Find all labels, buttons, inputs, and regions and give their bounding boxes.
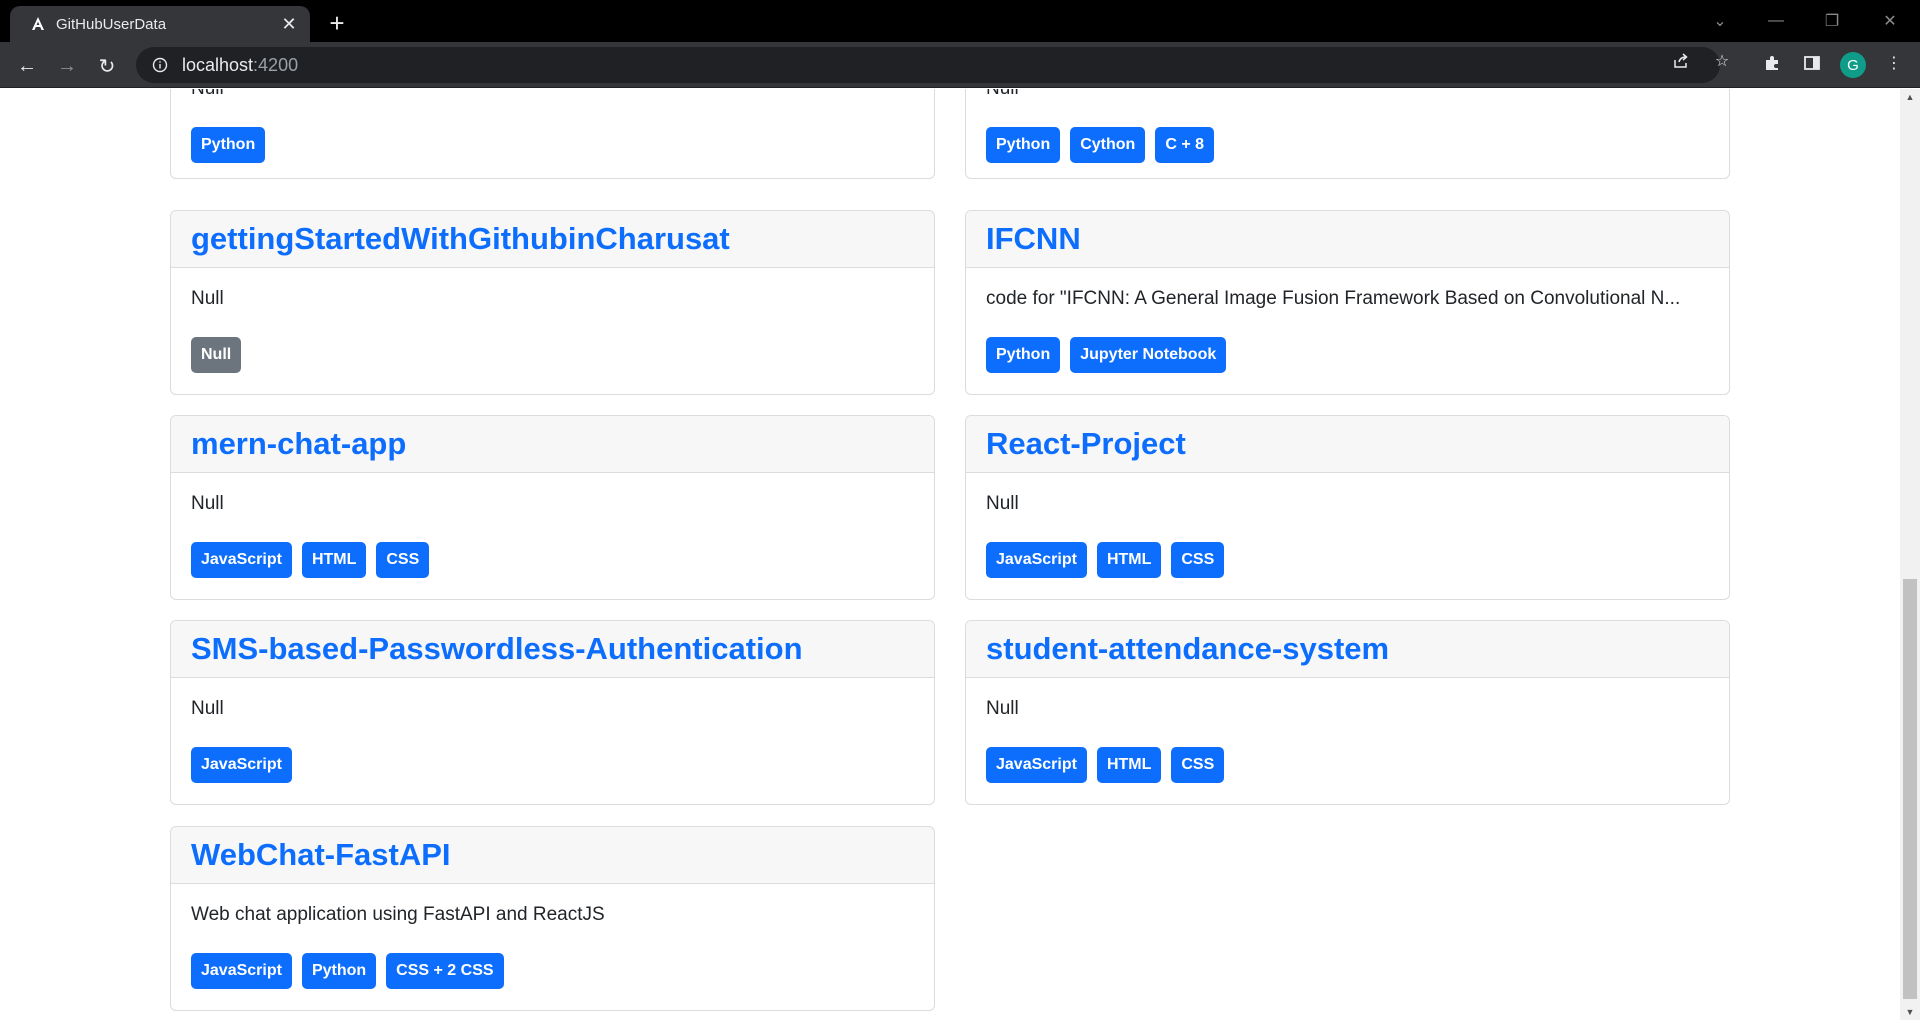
language-badges: JavaScript <box>191 747 914 783</box>
repo-description: Null <box>986 698 1019 719</box>
repo-card: WebChat-FastAPI Web chat application usi… <box>170 826 935 1011</box>
language-badge: Python <box>986 337 1061 373</box>
site-info-icon[interactable] <box>150 55 170 75</box>
repo-description: code for "IFCNN: A General Image Fusion … <box>986 288 1681 309</box>
language-badge: HTML <box>1096 747 1162 783</box>
language-badges: JavaScript HTML CSS <box>191 542 914 578</box>
language-badge: HTML <box>301 542 367 578</box>
repo-name-link[interactable]: mern-chat-app <box>191 426 406 462</box>
browser-tab[interactable]: GitHubUserData ✕ <box>10 6 310 42</box>
repo-name-link[interactable]: React-Project <box>986 426 1186 462</box>
repo-card-header: React-Project <box>966 416 1729 473</box>
repo-description: Null <box>191 89 914 104</box>
language-badge: Null <box>191 337 242 373</box>
url-host: localhost <box>182 54 254 75</box>
scroll-up-icon[interactable]: ▲ <box>1900 89 1920 105</box>
repo-description: Null <box>986 89 1709 104</box>
close-tab-icon[interactable]: ✕ <box>278 13 300 35</box>
repo-name-link[interactable]: IFCNN <box>986 221 1081 257</box>
tab-search-icon[interactable]: ⌄ <box>1692 0 1748 42</box>
restore-icon[interactable]: ❐ <box>1804 0 1860 42</box>
share-icon[interactable] <box>1670 50 1692 72</box>
language-badge: C + 8 <box>1155 127 1215 163</box>
language-badges: JavaScript Python CSS + 2 CSS <box>191 953 914 989</box>
repo-card: Null Python <box>170 89 935 179</box>
language-badge: JavaScript <box>191 747 292 783</box>
language-badge: JavaScript <box>191 542 292 578</box>
side-panel-icon[interactable] <box>1800 51 1824 75</box>
minimize-icon[interactable]: — <box>1748 0 1804 42</box>
repo-card-header: SMS-based-Passwordless-Authentication <box>171 621 934 678</box>
language-badges: Python Jupyter Notebook <box>986 337 1709 373</box>
repo-card: mern-chat-app Null JavaScript HTML CSS <box>170 415 935 600</box>
repo-card: SMS-based-Passwordless-Authentication Nu… <box>170 620 935 805</box>
language-badge: Python <box>191 127 266 163</box>
language-badges: Python Cython C + 8 <box>986 127 1709 163</box>
angular-logo-icon <box>26 12 50 36</box>
menu-kebab-icon[interactable]: ⋮ <box>1882 51 1906 75</box>
language-badge: JavaScript <box>191 953 292 989</box>
language-badge: Jupyter Notebook <box>1070 337 1227 373</box>
language-badges: JavaScript HTML CSS <box>986 542 1709 578</box>
profile-avatar[interactable]: G <box>1840 52 1866 78</box>
scroll-down-icon[interactable]: ▼ <box>1900 1004 1920 1020</box>
language-badges: Null <box>191 337 914 373</box>
repo-name-link[interactable]: WebChat-FastAPI <box>191 837 451 873</box>
language-badge: Python <box>986 127 1061 163</box>
language-badges: JavaScript HTML CSS <box>986 747 1709 783</box>
repo-name-link[interactable]: student-attendance-system <box>986 631 1389 667</box>
repo-description: Null <box>191 288 224 309</box>
repo-name-link[interactable]: SMS-based-Passwordless-Authentication <box>191 631 803 667</box>
repo-card: React-Project Null JavaScript HTML CSS <box>965 415 1730 600</box>
address-bar[interactable]: localhost:4200 <box>136 47 1720 83</box>
language-badge: CSS <box>1171 542 1225 578</box>
extensions-icon[interactable] <box>1760 51 1784 75</box>
language-badges: Python <box>191 127 914 163</box>
url-port: :4200 <box>253 54 299 75</box>
repo-card: IFCNN code for "IFCNN: A General Image F… <box>965 210 1730 395</box>
repo-description: Null <box>191 493 224 514</box>
browser-tab-strip: GitHubUserData ✕ + ⌄ — ❐ ✕ <box>0 0 1920 42</box>
repo-card-header: gettingStartedWithGithubinCharusat <box>171 211 934 268</box>
language-badge: HTML <box>1096 542 1162 578</box>
page-viewport: Null Python Null Python Cython C + 8 get… <box>0 89 1900 1020</box>
repo-name-link[interactable]: gettingStartedWithGithubinCharusat <box>191 221 730 257</box>
language-badge: Cython <box>1070 127 1146 163</box>
repo-card-header: IFCNN <box>966 211 1729 268</box>
reload-icon[interactable]: ↻ <box>92 51 122 81</box>
repo-card-header: student-attendance-system <box>966 621 1729 678</box>
repo-description: Null <box>191 698 224 719</box>
window-close-icon[interactable]: ✕ <box>1862 0 1918 42</box>
browser-toolbar: ← → ↻ localhost:4200 ☆ ⋮ <box>0 42 1920 88</box>
back-icon[interactable]: ← <box>12 51 42 81</box>
tab-title: GitHubUserData <box>56 15 167 33</box>
repo-card: gettingStartedWithGithubinCharusat Null … <box>170 210 935 395</box>
repo-card-header: mern-chat-app <box>171 416 934 473</box>
repo-description: Web chat application using FastAPI and R… <box>191 904 605 925</box>
bookmark-star-icon[interactable]: ☆ <box>1711 50 1733 72</box>
language-badge: CSS <box>1171 747 1225 783</box>
language-badge: JavaScript <box>986 542 1087 578</box>
repo-description: Null <box>986 493 1019 514</box>
new-tab-icon[interactable]: + <box>322 8 352 38</box>
language-badge: JavaScript <box>986 747 1087 783</box>
forward-icon[interactable]: → <box>52 51 82 81</box>
scrollbar-thumb[interactable] <box>1903 579 1917 999</box>
page-scrollbar[interactable]: ▲ ▼ <box>1900 89 1920 1020</box>
language-badge: CSS <box>376 542 430 578</box>
language-badge: CSS + 2 CSS <box>386 953 504 989</box>
repo-card: Null Python Cython C + 8 <box>965 89 1730 179</box>
repo-card: student-attendance-system Null JavaScrip… <box>965 620 1730 805</box>
language-badge: Python <box>301 953 377 989</box>
repo-card-header: WebChat-FastAPI <box>171 827 934 884</box>
